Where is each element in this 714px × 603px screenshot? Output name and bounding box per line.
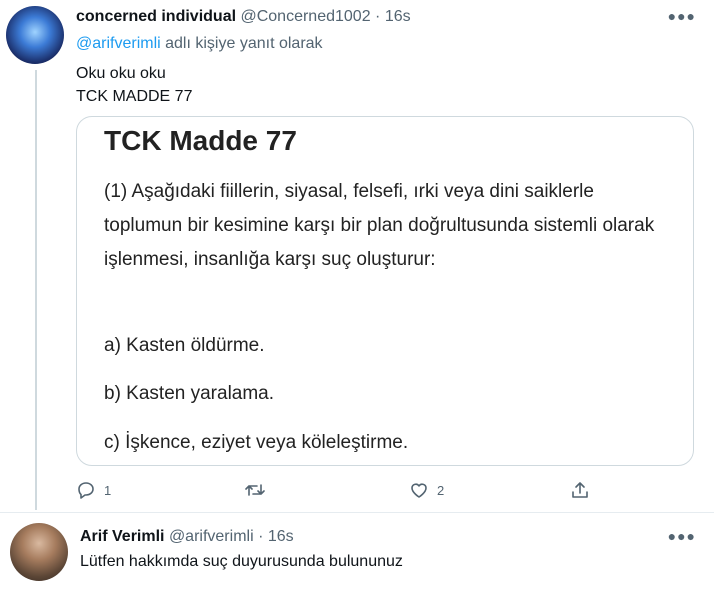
- heart-icon: [409, 480, 429, 500]
- tweet-text: Lütfen hakkımda suç duyurusunda bulununu…: [80, 553, 403, 570]
- card-item: a) Kasten öldürme.: [104, 335, 265, 356]
- tweet-header: Arif Verimli @arifverimli · 16s: [80, 528, 294, 546]
- author-name[interactable]: Arif Verimli: [80, 528, 164, 545]
- avatar[interactable]: [6, 6, 64, 64]
- tweet-text-line: Oku oku oku: [76, 65, 166, 82]
- more-icon[interactable]: ●●●: [668, 528, 696, 544]
- author-handle[interactable]: @arifverimli: [169, 528, 254, 545]
- reply-context-text: adlı kişiye yanıt olarak: [160, 35, 323, 52]
- thread-line: [35, 70, 37, 510]
- card-title: TCK Madde 77: [104, 125, 297, 156]
- author-handle[interactable]: @Concerned1002: [240, 8, 370, 25]
- card-paragraph: (1) Aşağıdaki fiillerin, siyasal, felsef…: [104, 181, 655, 270]
- tweet-time[interactable]: 16s: [268, 528, 294, 545]
- reply-mention-link[interactable]: @arifverimli: [76, 35, 161, 52]
- card-item: b) Kasten yaralama.: [104, 383, 275, 404]
- tweet-time[interactable]: 16s: [385, 8, 411, 25]
- like-count: 2: [437, 482, 445, 498]
- more-icon[interactable]: ●●●: [668, 8, 696, 24]
- author-name[interactable]: concerned individual: [76, 8, 236, 25]
- attached-image-card[interactable]: TCK Madde 77 (1) Aşağıdaki fiillerin, si…: [76, 116, 694, 466]
- tweet-original[interactable]: concerned individual @Concerned1002 · 16…: [0, 0, 714, 512]
- avatar[interactable]: [10, 523, 68, 581]
- retweet-icon: [244, 480, 266, 500]
- tweet-actions: 1 2: [76, 480, 606, 504]
- share-icon: [570, 480, 590, 500]
- reply-context: @arifverimli adlı kişiye yanıt olarak: [76, 35, 323, 53]
- tweet-text-line: TCK MADDE 77: [76, 88, 193, 105]
- retweet-button[interactable]: [244, 480, 274, 500]
- card-item: c) İşkence, eziyet veya köleleştirme.: [104, 432, 409, 453]
- like-button[interactable]: 2: [409, 480, 444, 500]
- share-button[interactable]: [570, 480, 590, 500]
- header-separator: ·: [370, 8, 385, 25]
- tweet-header: concerned individual @Concerned1002 · 16…: [76, 8, 411, 26]
- header-separator: ·: [253, 528, 268, 545]
- reply-count: 1: [104, 482, 112, 498]
- reply-button[interactable]: 1: [76, 480, 111, 500]
- reply-icon: [76, 480, 96, 500]
